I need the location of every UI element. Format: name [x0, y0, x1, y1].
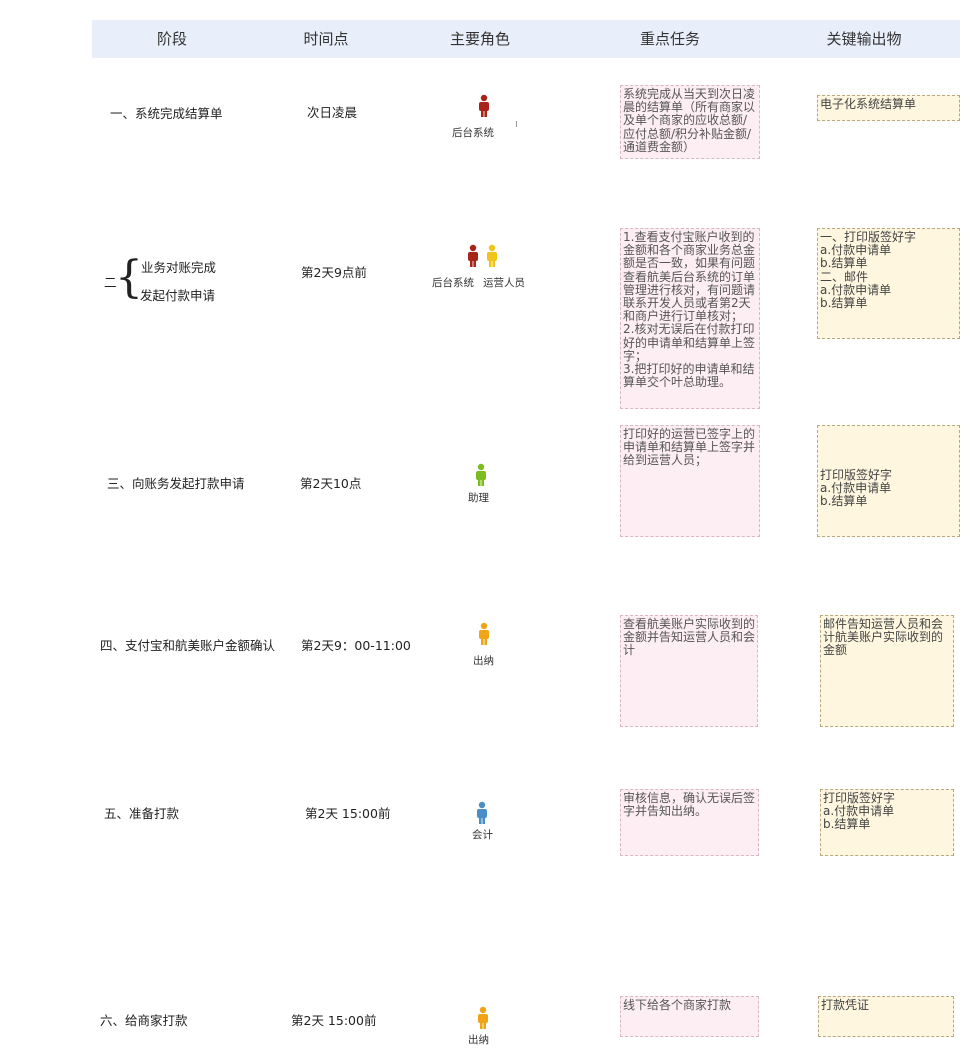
stage-4: 四、支付宝和航美账户金额确认	[100, 638, 276, 653]
header-stage: 阶段	[156, 30, 187, 48]
output-box-4: 邮件告知运营人员和会计航美账户实际收到的金额	[820, 615, 954, 727]
output-box-5: 打印版签好字 a.付款申请单 b.结算单	[820, 789, 954, 856]
role-label: 后台系统	[452, 127, 494, 139]
role-label: 出纳	[473, 655, 494, 667]
task-box-3: 打印好的运营已签字上的申请单和结算单上签字并给到运营人员；	[620, 425, 760, 537]
output-box-1: 电子化系统结算单	[817, 95, 960, 121]
role-label: 出纳	[468, 1034, 489, 1046]
person-icon	[479, 94, 489, 117]
time-1: 次日凌晨	[307, 105, 358, 120]
task-box-2: 1.查看支付宝账户收到的金额和各个商家业务总金额是否一致，如果有问题查看航美后台…	[620, 228, 760, 409]
task-box-6: 线下给各个商家打款	[620, 996, 759, 1037]
task-box-5: 审核信息，确认无误后签字并告知出纳。	[620, 789, 759, 856]
time-6: 第2天 15:00前	[291, 1013, 377, 1028]
person-icon	[487, 244, 497, 267]
stage-1: 一、系统完成结算单	[110, 106, 223, 121]
stage-3: 三、向账务发起打款申请	[107, 476, 245, 491]
time-3: 第2天10点	[300, 476, 362, 491]
output-box-3: 打印版签好字 a.付款申请单 b.结算单	[817, 425, 960, 537]
role-label: 运营人员	[483, 277, 525, 289]
header-output: 关键输出物	[826, 30, 902, 48]
header-task: 重点任务	[639, 30, 700, 48]
person-icon	[468, 244, 478, 267]
person-icon	[478, 1006, 488, 1029]
person-icon	[477, 801, 487, 824]
stage-2-line-1: 业务对账完成	[141, 260, 217, 275]
stage-5: 五、准备打款	[104, 806, 180, 821]
time-5: 第2天 15:00前	[305, 806, 391, 821]
role-label: 后台系统	[432, 277, 474, 289]
task-box-4: 查看航美账户实际收到的金额并告知运营人员和会计	[620, 615, 758, 727]
header-time: 时间点	[303, 30, 349, 48]
stage-6: 六、给商家打款	[100, 1013, 188, 1028]
role-label: 会计	[472, 829, 493, 841]
role-label: 助理	[468, 492, 489, 504]
output-box-6: 打款凭证	[818, 996, 954, 1037]
person-icon	[479, 622, 489, 645]
stage-2-line-2: 发起付款申请	[140, 288, 216, 303]
time-4: 第2天9：00-11:00	[301, 638, 411, 653]
output-box-2: 一、打印版签好字 a.付款申请单 b.结算单 二、邮件 a.付款申请单 b.结算…	[817, 228, 960, 339]
table-header: 阶段 时间点 主要角色 重点任务 关键输出物	[92, 20, 960, 58]
brace-symbol: {	[115, 252, 143, 303]
task-box-1: 系统完成从当天到次日凌晨的结算单（所有商家以及单个商家的应收总额/应付总额/积分…	[620, 85, 760, 159]
person-icon	[476, 463, 486, 486]
header-role: 主要角色	[449, 30, 510, 48]
time-2: 第2天9点前	[301, 265, 367, 280]
divider-mark	[516, 121, 517, 127]
